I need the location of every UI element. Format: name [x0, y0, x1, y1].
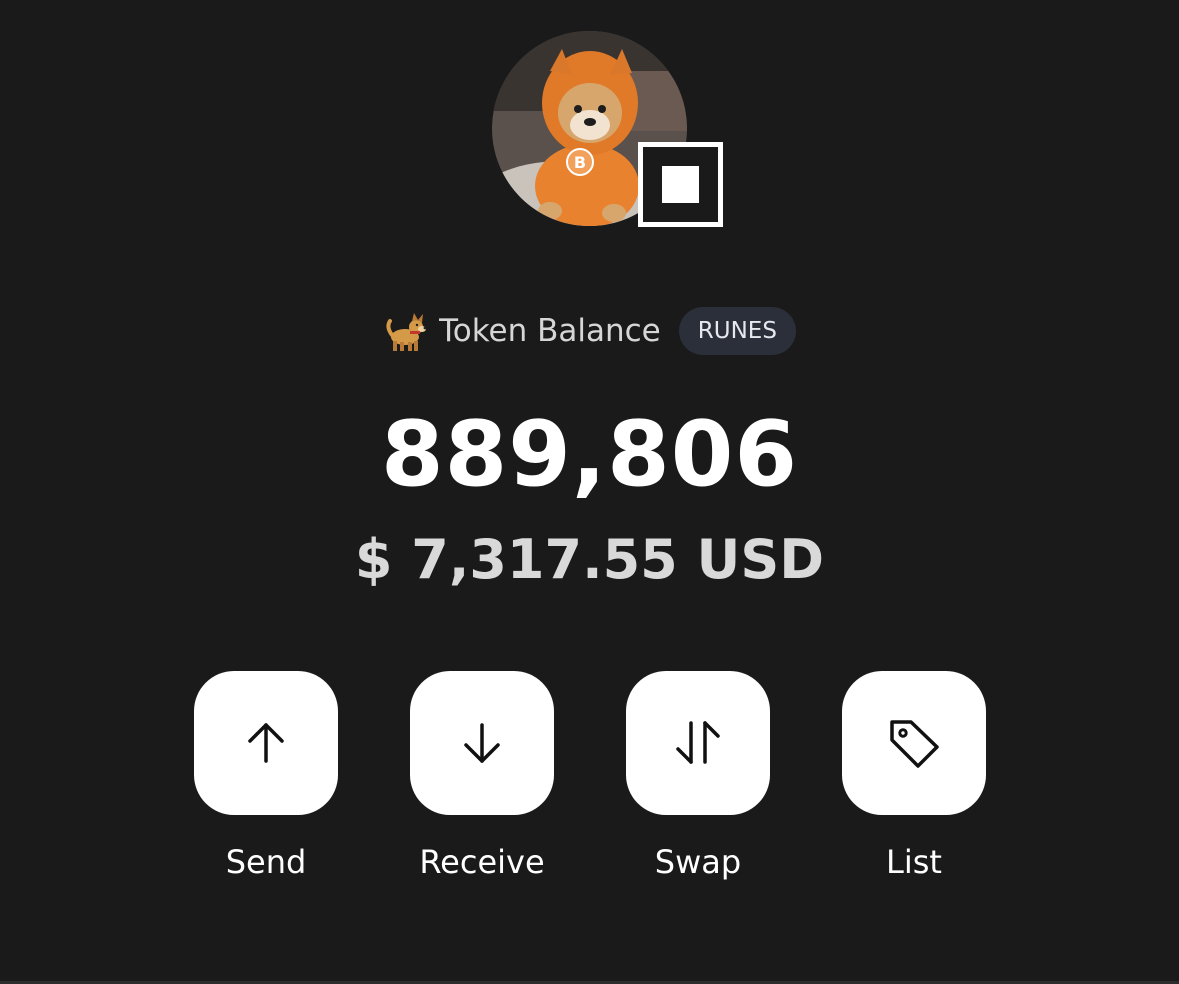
- receive-label: Receive: [419, 843, 545, 881]
- send-button[interactable]: [194, 671, 338, 815]
- token-balance-amount: 889,806: [381, 402, 798, 507]
- arrow-up-icon: [248, 723, 284, 763]
- list-label: List: [886, 843, 942, 881]
- token-label-row: Token Balance RUNES: [0, 306, 1179, 356]
- svg-text:B: B: [574, 153, 586, 172]
- send-label: Send: [225, 843, 307, 881]
- list-button[interactable]: [842, 671, 986, 815]
- token-balance-label: Token Balance: [439, 313, 661, 349]
- send-action: Send: [194, 671, 338, 881]
- receive-action: Receive: [410, 671, 554, 881]
- arrow-down-icon: [464, 723, 500, 763]
- ordinal-square-icon: [638, 142, 723, 227]
- swap-button[interactable]: [626, 671, 770, 815]
- runes-badge: RUNES: [678, 307, 796, 355]
- swap-action: Swap: [626, 671, 770, 881]
- swap-label: Swap: [654, 843, 742, 881]
- tag-icon: [890, 720, 939, 768]
- list-action: List: [842, 671, 986, 881]
- swap-arrows-icon: [676, 721, 720, 764]
- token-balance-usd: $ 7,317.55 USD: [354, 528, 825, 591]
- dog-emoji-icon: [383, 307, 431, 355]
- receive-button[interactable]: [410, 671, 554, 815]
